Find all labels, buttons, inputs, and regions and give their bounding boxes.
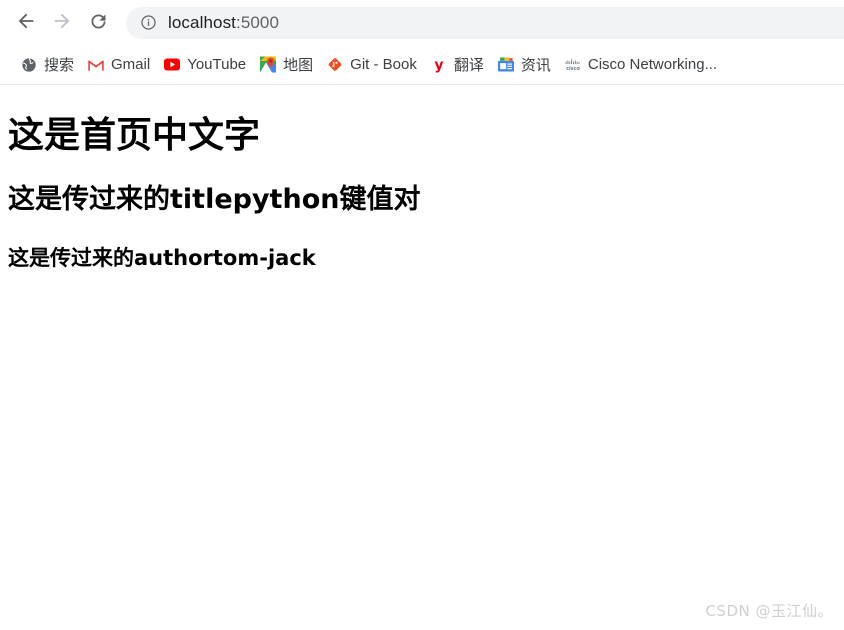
back-button[interactable] <box>8 5 44 41</box>
url-text: localhost:5000 <box>168 13 279 33</box>
page-heading-1: 这是首页中文字 <box>8 115 261 156</box>
git-diamond-icon <box>327 57 343 73</box>
svg-text:cisco: cisco <box>566 66 580 72</box>
page-content: 这是首页中文字 这是传过来的titlepython键值对 这是传过来的autho… <box>0 115 844 630</box>
bookmark-cisco[interactable]: cisco Cisco Networking... <box>558 51 724 79</box>
bookmark-youtube[interactable]: YouTube <box>157 51 253 79</box>
bookmark-translate[interactable]: y 翻译 <box>424 51 491 79</box>
info-circle-icon[interactable] <box>140 14 157 31</box>
bookmarks-bar: 搜索 Gmail YouTube 地图 Git - Book y 翻译 资讯 c… <box>0 45 844 85</box>
forward-button[interactable] <box>44 5 80 41</box>
youdao-translate-icon: y <box>431 57 447 72</box>
bookmark-news[interactable]: 资讯 <box>491 51 558 79</box>
youtube-icon <box>164 57 181 73</box>
arrow-left-icon <box>15 10 37 35</box>
bookmark-label: Cisco Networking... <box>587 56 718 73</box>
gmail-icon <box>88 57 104 73</box>
bookmark-label: 搜索 <box>44 57 75 74</box>
bookmark-search[interactable]: 搜索 <box>14 51 81 79</box>
svg-text:y: y <box>434 57 443 72</box>
bookmark-label: Git - Book <box>350 56 417 73</box>
google-maps-icon <box>260 56 277 73</box>
reload-button[interactable] <box>80 5 116 41</box>
bookmark-git-book[interactable]: Git - Book <box>320 51 424 79</box>
reload-icon <box>88 11 109 35</box>
cisco-icon: cisco <box>565 57 581 73</box>
bookmark-label: Gmail <box>111 56 151 73</box>
globe-icon <box>21 57 37 73</box>
bookmark-label: 翻译 <box>453 57 484 74</box>
url-host: localhost <box>168 12 236 32</box>
bookmark-maps[interactable]: 地图 <box>253 51 320 79</box>
bookmark-label: 地图 <box>283 57 314 74</box>
url-port: :5000 <box>236 12 280 32</box>
address-bar[interactable]: localhost:5000 <box>126 6 844 39</box>
csdn-watermark: CSDN @玉江仙。 <box>705 602 833 620</box>
bookmark-label: YouTube <box>187 56 247 73</box>
bookmark-label: 资讯 <box>520 57 551 74</box>
browser-toolbar: localhost:5000 <box>0 0 844 45</box>
bookmark-gmail[interactable]: Gmail <box>81 51 157 79</box>
news-icon <box>497 57 514 73</box>
arrow-right-icon <box>51 10 73 35</box>
page-heading-2: 这是传过来的titlepython键值对 <box>8 184 421 216</box>
page-heading-3: 这是传过来的authortom-jack <box>8 246 316 271</box>
browser-chrome: localhost:5000 搜索 Gmail YouTube 地图 Git -… <box>0 0 844 85</box>
